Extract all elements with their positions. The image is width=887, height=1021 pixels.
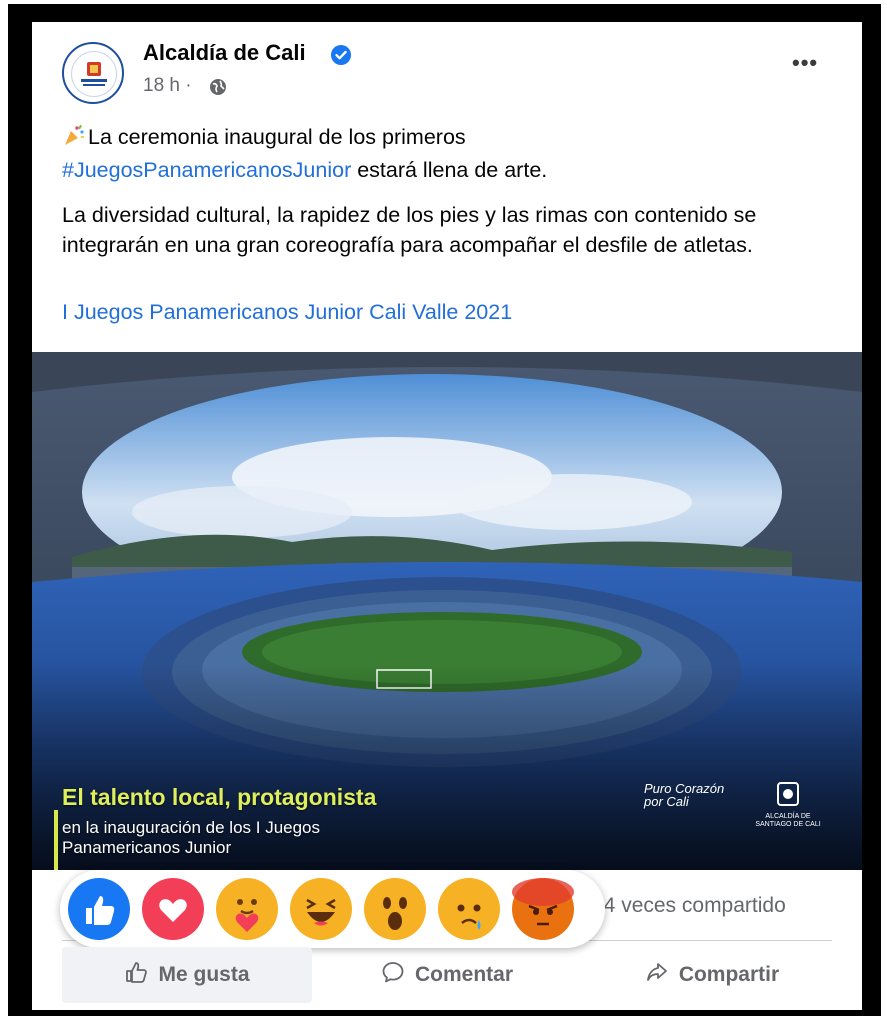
post-paragraph-1: La ceremonia inaugural de los primeros #… <box>62 122 842 185</box>
alcaldia-logo-text: ALCALDÍA DE SANTIAGO DE CALI <box>755 813 821 828</box>
party-popper-icon <box>62 123 88 155</box>
like-label: Me gusta <box>158 963 250 986</box>
caption-accent-bar <box>54 810 58 870</box>
verified-badge-icon <box>331 45 351 65</box>
wow-reaction-icon[interactable] <box>364 878 426 940</box>
care-reaction-icon[interactable] <box>216 878 278 940</box>
share-button[interactable]: Compartir <box>587 947 837 1003</box>
share-label: Compartir <box>678 963 780 986</box>
post-text-line1: La ceremonia inaugural de los primeros <box>88 125 466 149</box>
comment-bubble-icon <box>381 960 405 990</box>
angry-reaction-icon[interactable] <box>512 878 574 940</box>
reaction-tray <box>60 870 605 948</box>
post-paragraph-2: La diversidad cultural, la rapidez de lo… <box>62 203 757 257</box>
post-photo[interactable]: El talento local, protagonista en la ina… <box>32 352 862 870</box>
post-text-line2: estará llena de arte. <box>351 158 548 182</box>
post-timestamp[interactable]: 18 h · <box>143 75 192 97</box>
love-reaction-icon[interactable] <box>142 878 204 940</box>
share-arrow-icon <box>645 960 669 990</box>
like-button[interactable]: Me gusta <box>62 947 312 1003</box>
hashtag-link[interactable]: #JuegosPanamericanosJunior <box>62 158 351 182</box>
comment-label: Comentar <box>414 963 514 986</box>
haha-reaction-icon[interactable] <box>290 878 352 940</box>
sad-reaction-icon[interactable] <box>438 878 500 940</box>
shares-count[interactable]: 24 veces compartido <box>592 894 786 918</box>
puro-corazon-logo: Puro Corazón por Cali <box>644 781 725 809</box>
photo-title: El talento local, protagonista <box>62 784 377 810</box>
photo-subtitle: en la inauguración de los I Juegos Panam… <box>62 818 321 857</box>
page-name[interactable]: Alcaldía de Cali <box>143 40 306 66</box>
thumbs-up-icon <box>124 960 148 990</box>
like-reaction-icon[interactable] <box>68 878 130 940</box>
more-options-icon[interactable]: ••• <box>792 50 818 76</box>
comment-button[interactable]: Comentar <box>322 947 572 1003</box>
city-seal-logo <box>71 51 117 97</box>
page-avatar[interactable] <box>62 42 124 104</box>
facebook-post-card: Alcaldía de Cali 18 h · ••• La ceremonia… <box>32 22 862 1010</box>
globe-icon <box>209 78 227 101</box>
event-link[interactable]: I Juegos Panamericanos Junior Cali Valle… <box>62 300 512 325</box>
alcaldia-logo: ALCALDÍA DE SANTIAGO DE CALI <box>748 780 828 829</box>
